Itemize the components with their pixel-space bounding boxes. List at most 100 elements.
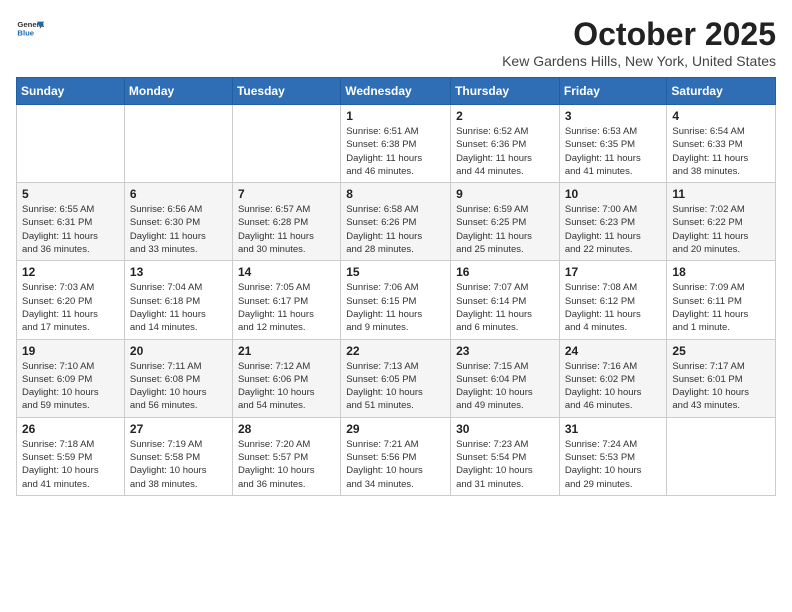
day-info: Sunrise: 7:07 AM Sunset: 6:14 PM Dayligh… — [456, 281, 554, 334]
day-number: 30 — [456, 422, 554, 436]
title-block: October 2025 Kew Gardens Hills, New York… — [502, 16, 776, 69]
calendar-cell: 26 Sunrise: 7:18 AM Sunset: 5:59 PM Dayli… — [17, 417, 125, 495]
calendar-cell: 29 Sunrise: 7:21 AM Sunset: 5:56 PM Dayli… — [341, 417, 451, 495]
day-number: 15 — [346, 265, 445, 279]
day-info: Sunrise: 7:24 AM Sunset: 5:53 PM Dayligh… — [565, 438, 662, 491]
calendar-cell: 16Sunrise: 7:07 AM Sunset: 6:14 PM Dayli… — [451, 261, 560, 339]
day-info: Sunrise: 7:11 AM Sunset: 6:08 PM Dayligh… — [130, 360, 227, 413]
calendar-cell: 3 Sunrise: 6:53 AM Sunset: 6:35 PM Daylig… — [559, 105, 667, 183]
svg-text:Blue: Blue — [17, 29, 34, 38]
day-number: 23 — [456, 344, 554, 358]
logo-icon: General Blue — [16, 16, 44, 44]
calendar-cell: 18Sunrise: 7:09 AM Sunset: 6:11 PM Dayli… — [667, 261, 776, 339]
calendar-week-row: 12 Sunrise: 7:03 AM Sunset: 6:20 PM Dayli… — [17, 261, 776, 339]
day-number: 21 — [238, 344, 335, 358]
day-info: Sunrise: 7:12 AM Sunset: 6:06 PM Dayligh… — [238, 360, 335, 413]
day-number: 13 — [130, 265, 227, 279]
day-number: 9 — [456, 187, 554, 201]
calendar-cell: 2Sunrise: 6:52 AM Sunset: 6:36 PM Daylig… — [451, 105, 560, 183]
day-info: Sunrise: 7:19 AM Sunset: 5:58 PM Dayligh… — [130, 438, 227, 491]
day-number: 20 — [130, 344, 227, 358]
day-info: Sunrise: 6:53 AM Sunset: 6:35 PM Dayligh… — [565, 125, 662, 178]
day-number: 22 — [346, 344, 445, 358]
weekday-header-sunday: Sunday — [17, 78, 125, 105]
calendar-cell: 9 Sunrise: 6:59 AM Sunset: 6:25 PM Daylig… — [451, 183, 560, 261]
calendar-cell — [17, 105, 125, 183]
weekday-header-saturday: Saturday — [667, 78, 776, 105]
day-number: 19 — [22, 344, 119, 358]
calendar-cell: 25 Sunrise: 7:17 AM Sunset: 6:01 PM Dayli… — [667, 339, 776, 417]
day-info: Sunrise: 6:56 AM Sunset: 6:30 PM Dayligh… — [130, 203, 227, 256]
weekday-header-monday: Monday — [124, 78, 232, 105]
logo: General Blue — [16, 16, 48, 44]
day-number: 25 — [672, 344, 770, 358]
day-info: Sunrise: 6:55 AM Sunset: 6:31 PM Dayligh… — [22, 203, 119, 256]
day-number: 3 — [565, 109, 662, 123]
day-info: Sunrise: 7:18 AM Sunset: 5:59 PM Dayligh… — [22, 438, 119, 491]
calendar-cell: 7 Sunrise: 6:57 AM Sunset: 6:28 PM Daylig… — [232, 183, 340, 261]
calendar-cell: 10Sunrise: 7:00 AM Sunset: 6:23 PM Dayli… — [559, 183, 667, 261]
day-info: Sunrise: 7:10 AM Sunset: 6:09 PM Dayligh… — [22, 360, 119, 413]
day-number: 7 — [238, 187, 335, 201]
day-number: 4 — [672, 109, 770, 123]
calendar-cell: 27 Sunrise: 7:19 AM Sunset: 5:58 PM Dayli… — [124, 417, 232, 495]
day-info: Sunrise: 6:58 AM Sunset: 6:26 PM Dayligh… — [346, 203, 445, 256]
calendar-cell: 15 Sunrise: 7:06 AM Sunset: 6:15 PM Dayli… — [341, 261, 451, 339]
day-info: Sunrise: 7:20 AM Sunset: 5:57 PM Dayligh… — [238, 438, 335, 491]
calendar-cell — [667, 417, 776, 495]
calendar-cell: 19 Sunrise: 7:10 AM Sunset: 6:09 PM Dayli… — [17, 339, 125, 417]
day-number: 17 — [565, 265, 662, 279]
day-info: Sunrise: 7:04 AM Sunset: 6:18 PM Dayligh… — [130, 281, 227, 334]
location: Kew Gardens Hills, New York, United Stat… — [502, 53, 776, 69]
calendar-cell: 21 Sunrise: 7:12 AM Sunset: 6:06 PM Dayli… — [232, 339, 340, 417]
calendar-cell — [124, 105, 232, 183]
day-number: 31 — [565, 422, 662, 436]
calendar-week-row: 5 Sunrise: 6:55 AM Sunset: 6:31 PM Daylig… — [17, 183, 776, 261]
day-info: Sunrise: 7:13 AM Sunset: 6:05 PM Dayligh… — [346, 360, 445, 413]
calendar-cell: 28Sunrise: 7:20 AM Sunset: 5:57 PM Dayli… — [232, 417, 340, 495]
calendar-table: SundayMondayTuesdayWednesdayThursdayFrid… — [16, 77, 776, 496]
day-info: Sunrise: 7:06 AM Sunset: 6:15 PM Dayligh… — [346, 281, 445, 334]
day-number: 27 — [130, 422, 227, 436]
day-info: Sunrise: 7:03 AM Sunset: 6:20 PM Dayligh… — [22, 281, 119, 334]
weekday-header-row: SundayMondayTuesdayWednesdayThursdayFrid… — [17, 78, 776, 105]
day-info: Sunrise: 7:08 AM Sunset: 6:12 PM Dayligh… — [565, 281, 662, 334]
day-info: Sunrise: 6:54 AM Sunset: 6:33 PM Dayligh… — [672, 125, 770, 178]
day-number: 12 — [22, 265, 119, 279]
calendar-week-row: 26 Sunrise: 7:18 AM Sunset: 5:59 PM Dayli… — [17, 417, 776, 495]
calendar-cell: 1 Sunrise: 6:51 AM Sunset: 6:38 PM Daylig… — [341, 105, 451, 183]
weekday-header-wednesday: Wednesday — [341, 78, 451, 105]
day-info: Sunrise: 6:51 AM Sunset: 6:38 PM Dayligh… — [346, 125, 445, 178]
day-info: Sunrise: 7:16 AM Sunset: 6:02 PM Dayligh… — [565, 360, 662, 413]
day-info: Sunrise: 7:05 AM Sunset: 6:17 PM Dayligh… — [238, 281, 335, 334]
calendar-cell: 14 Sunrise: 7:05 AM Sunset: 6:17 PM Dayli… — [232, 261, 340, 339]
day-info: Sunrise: 6:59 AM Sunset: 6:25 PM Dayligh… — [456, 203, 554, 256]
calendar-week-row: 19 Sunrise: 7:10 AM Sunset: 6:09 PM Dayli… — [17, 339, 776, 417]
day-number: 29 — [346, 422, 445, 436]
day-number: 18 — [672, 265, 770, 279]
weekday-header-tuesday: Tuesday — [232, 78, 340, 105]
day-number: 26 — [22, 422, 119, 436]
day-info: Sunrise: 7:23 AM Sunset: 5:54 PM Dayligh… — [456, 438, 554, 491]
month-title: October 2025 — [502, 16, 776, 53]
calendar-week-row: 1 Sunrise: 6:51 AM Sunset: 6:38 PM Daylig… — [17, 105, 776, 183]
calendar-cell: 24Sunrise: 7:16 AM Sunset: 6:02 PM Dayli… — [559, 339, 667, 417]
page-header: General Blue October 2025 Kew Gardens Hi… — [16, 16, 776, 69]
calendar-cell — [232, 105, 340, 183]
day-info: Sunrise: 6:57 AM Sunset: 6:28 PM Dayligh… — [238, 203, 335, 256]
weekday-header-friday: Friday — [559, 78, 667, 105]
calendar-cell: 12 Sunrise: 7:03 AM Sunset: 6:20 PM Dayli… — [17, 261, 125, 339]
day-info: Sunrise: 7:15 AM Sunset: 6:04 PM Dayligh… — [456, 360, 554, 413]
day-number: 8 — [346, 187, 445, 201]
weekday-header-thursday: Thursday — [451, 78, 560, 105]
day-number: 6 — [130, 187, 227, 201]
day-info: Sunrise: 7:21 AM Sunset: 5:56 PM Dayligh… — [346, 438, 445, 491]
day-info: Sunrise: 7:17 AM Sunset: 6:01 PM Dayligh… — [672, 360, 770, 413]
day-number: 10 — [565, 187, 662, 201]
day-number: 14 — [238, 265, 335, 279]
calendar-cell: 30 Sunrise: 7:23 AM Sunset: 5:54 PM Dayli… — [451, 417, 560, 495]
day-number: 5 — [22, 187, 119, 201]
calendar-cell: 23 Sunrise: 7:15 AM Sunset: 6:04 PM Dayli… — [451, 339, 560, 417]
day-number: 1 — [346, 109, 445, 123]
calendar-cell: 8 Sunrise: 6:58 AM Sunset: 6:26 PM Daylig… — [341, 183, 451, 261]
